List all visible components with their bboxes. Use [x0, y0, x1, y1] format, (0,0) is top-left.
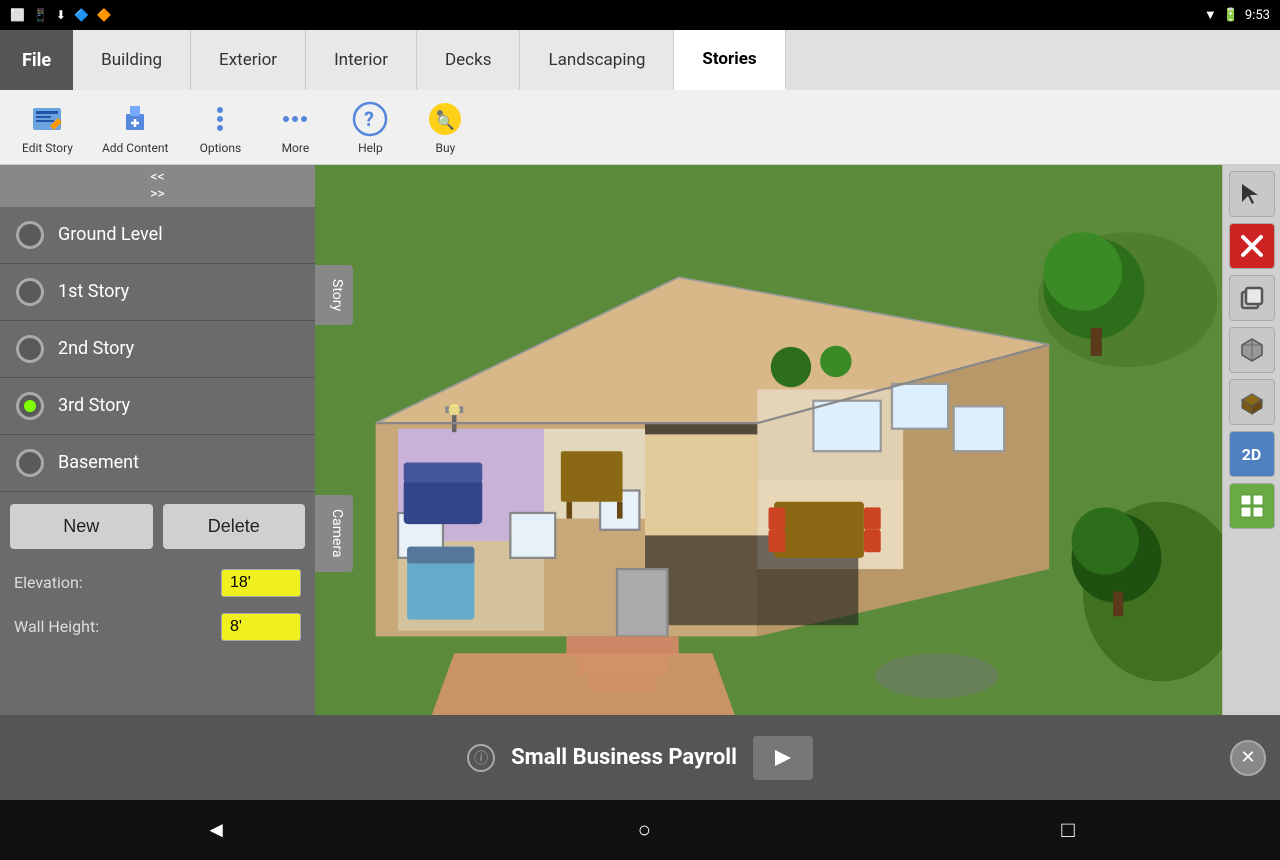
- story-side-tab[interactable]: Story: [315, 265, 353, 325]
- more-label: More: [282, 141, 310, 155]
- collapse-down-arrow[interactable]: >>: [150, 186, 165, 203]
- svg-text:?: ?: [364, 107, 374, 131]
- cursor-tool-button[interactable]: [1229, 171, 1275, 217]
- story-basement[interactable]: Basement: [0, 435, 315, 492]
- 2d-view-button[interactable]: 2D: [1229, 431, 1275, 477]
- story-action-buttons: New Delete: [0, 492, 315, 561]
- help-icon: ?: [351, 100, 389, 138]
- help-label: Help: [358, 141, 383, 155]
- elevation-label: Elevation:: [14, 573, 221, 592]
- radio-3rd: [16, 392, 44, 420]
- help-button[interactable]: ? Help: [335, 95, 405, 160]
- edit-story-button[interactable]: Edit Story: [10, 95, 85, 160]
- time-display: 9:53: [1245, 8, 1270, 23]
- tab-file[interactable]: File: [0, 30, 73, 90]
- 3d-grid-button[interactable]: [1229, 483, 1275, 529]
- radio-1st: [16, 278, 44, 306]
- story-3rd[interactable]: 3rd Story: [0, 378, 315, 435]
- collapse-arrows: << >>: [0, 165, 315, 207]
- back-button[interactable]: ◄: [185, 809, 247, 851]
- tab-exterior[interactable]: Exterior: [191, 30, 306, 90]
- battery-icon: 🔋: [1223, 8, 1239, 23]
- toolbar: Edit Story Add Content Options: [0, 90, 1280, 165]
- more-button[interactable]: More: [260, 95, 330, 160]
- tab-interior[interactable]: Interior: [306, 30, 417, 90]
- story-ground-level-label: Ground Level: [58, 224, 163, 245]
- story-1st-label: 1st Story: [58, 281, 129, 302]
- nav-bar: ◄ ○ □: [0, 800, 1280, 860]
- radio-dot-3rd: [24, 400, 36, 412]
- download-icon: ⬇: [56, 8, 66, 22]
- story-1st[interactable]: 1st Story: [0, 264, 315, 321]
- options-label: Options: [200, 141, 242, 155]
- phone-icon: 📱: [33, 8, 48, 22]
- delete-story-button[interactable]: Delete: [163, 504, 306, 549]
- add-content-icon: [116, 100, 154, 138]
- tab-stories[interactable]: Stories: [674, 30, 785, 90]
- main-area: << >> Ground Level 1st Story 2nd Story 3…: [0, 165, 1280, 715]
- copy-tool-button[interactable]: [1229, 275, 1275, 321]
- delete-tool-button[interactable]: [1229, 223, 1275, 269]
- home-button[interactable]: ○: [618, 809, 671, 851]
- story-3rd-label: 3rd Story: [58, 395, 130, 416]
- house-3d-view: [315, 165, 1222, 715]
- edit-story-icon: [28, 100, 66, 138]
- new-story-button[interactable]: New: [10, 504, 153, 549]
- elevation-field: Elevation:: [0, 561, 315, 605]
- ad-arrow-button[interactable]: [753, 736, 813, 780]
- status-bar: ⬜ 📱 ⬇ 🔷 🔶 ▼ 🔋 9:53: [0, 0, 1280, 30]
- recent-button[interactable]: □: [1041, 809, 1094, 851]
- story-basement-label: Basement: [58, 452, 139, 473]
- buy-label: Buy: [436, 141, 456, 155]
- options-button[interactable]: Options: [185, 95, 255, 160]
- add-content-button[interactable]: Add Content: [90, 95, 180, 160]
- floor-tool-button[interactable]: [1229, 379, 1275, 425]
- status-left-icons: ⬜ 📱 ⬇ 🔷 🔶: [10, 8, 112, 22]
- options-icon: [201, 100, 239, 138]
- wall-height-field: Wall Height:: [0, 605, 315, 649]
- tab-bar: File Building Exterior Interior Decks La…: [0, 30, 1280, 90]
- edit-story-label: Edit Story: [22, 141, 73, 155]
- ad-content: ⓘ Small Business Payroll: [467, 736, 813, 780]
- ad-close-icon: ✕: [1240, 747, 1255, 768]
- tab-building[interactable]: Building: [73, 30, 191, 90]
- ad-close-button[interactable]: ✕: [1230, 740, 1266, 776]
- story-2nd-label: 2nd Story: [58, 338, 134, 359]
- story-2nd[interactable]: 2nd Story: [0, 321, 315, 378]
- wifi-icon: ▼: [1204, 7, 1217, 23]
- 3d-box-tool-button[interactable]: [1229, 327, 1275, 373]
- story-ground-level[interactable]: Ground Level: [0, 207, 315, 264]
- radio-2nd: [16, 335, 44, 363]
- ad-bar: ⓘ Small Business Payroll ✕: [0, 715, 1280, 800]
- tab-decks[interactable]: Decks: [417, 30, 520, 90]
- tab-landscaping[interactable]: Landscaping: [520, 30, 674, 90]
- tablet-icon: ⬜: [10, 8, 25, 22]
- 3d-view-area[interactable]: [315, 165, 1222, 715]
- right-toolbar: 2D: [1222, 165, 1280, 715]
- more-icon: [276, 100, 314, 138]
- 2d-label: 2D: [1242, 445, 1262, 464]
- radio-ground-level: [16, 221, 44, 249]
- buy-icon: 🔍: [426, 100, 464, 138]
- add-content-label: Add Content: [102, 141, 168, 155]
- elevation-input[interactable]: [221, 569, 301, 597]
- wall-height-input[interactable]: [221, 613, 301, 641]
- status-right-icons: ▼ 🔋 9:53: [1204, 7, 1270, 23]
- app2-icon: 🔶: [97, 8, 112, 22]
- ad-info-icon[interactable]: ⓘ: [467, 744, 495, 772]
- ad-text: Small Business Payroll: [511, 745, 737, 770]
- wall-height-label: Wall Height:: [14, 617, 221, 636]
- collapse-up-arrow[interactable]: <<: [150, 169, 164, 186]
- svg-text:🔍: 🔍: [437, 113, 454, 131]
- left-panel: << >> Ground Level 1st Story 2nd Story 3…: [0, 165, 315, 715]
- app-icon: 🔷: [74, 8, 89, 22]
- radio-basement: [16, 449, 44, 477]
- camera-side-tab[interactable]: Camera: [315, 495, 353, 572]
- buy-button[interactable]: 🔍 Buy: [410, 95, 480, 160]
